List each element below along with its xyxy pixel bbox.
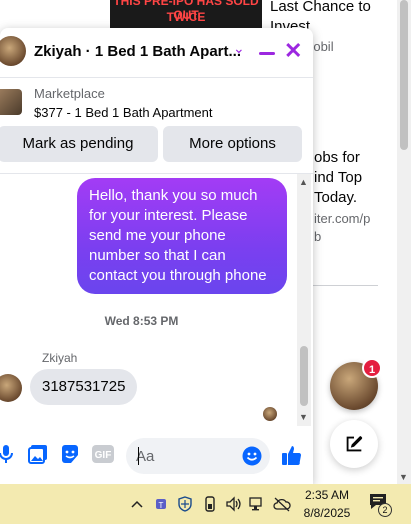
gif-icon[interactable]: GIF (92, 444, 114, 464)
clock-date: 8/8/2025 (303, 506, 351, 520)
more-options-button[interactable]: More options (163, 126, 302, 162)
message-scrollbar[interactable]: ▲ ▼ (297, 174, 311, 426)
minimize-icon[interactable] (259, 52, 275, 55)
defender-shield-icon[interactable] (176, 494, 194, 514)
sender-avatar[interactable] (0, 374, 22, 402)
volume-icon[interactable] (225, 494, 243, 514)
ad2-source: iter.com/p b (314, 210, 370, 246)
notification-count-badge: 2 (378, 503, 392, 517)
teams-icon[interactable]: T (152, 494, 170, 514)
power-icon[interactable] (202, 494, 218, 514)
message-input-box[interactable] (126, 438, 270, 474)
marketplace-label: Marketplace (34, 86, 105, 101)
clock-time: 2:35 AM (304, 488, 350, 502)
close-icon[interactable]: ✕ (284, 39, 302, 63)
microphone-icon[interactable] (0, 444, 16, 464)
message-timestamp: Wed 8:53 PM (104, 314, 179, 328)
outgoing-message[interactable]: Hello, thank you so much for your intere… (77, 178, 287, 294)
seen-indicator-avatar (263, 407, 277, 421)
chat-title[interactable]: Zkiyah · 1 Bed 1 Bath Apart... (34, 43, 241, 60)
ad2-source-line: b (314, 229, 322, 244)
chat-header[interactable]: Zkiyah · 1 Bed 1 Bath Apart... ⌄ ✕ (0, 28, 313, 78)
message-scrollbar-thumb[interactable] (300, 346, 308, 406)
compose-icon (346, 436, 363, 452)
scroll-down-arrow-icon[interactable]: ▼ (399, 472, 408, 482)
emoji-icon[interactable] (242, 446, 262, 471)
listing-title: $377 - 1 Bed 1 Bath Apartment (34, 105, 213, 120)
message-input[interactable] (136, 438, 236, 474)
photo-icon[interactable] (28, 444, 48, 464)
listing-info[interactable]: Marketplace $377 - 1 Bed 1 Bath Apartmen… (0, 84, 313, 124)
sticker-icon[interactable] (60, 444, 80, 464)
unread-badge: 1 (362, 358, 382, 378)
show-hidden-icons-chevron-icon[interactable] (130, 494, 144, 514)
new-message-button[interactable] (330, 420, 378, 468)
ad2-source-line: iter.com/p (314, 211, 371, 226)
onedrive-offline-icon[interactable] (273, 494, 291, 514)
ad2-title-line: Today. (314, 189, 358, 206)
scroll-up-arrow-icon[interactable]: ▲ (299, 177, 308, 187)
ad2-title-line: obs for (314, 149, 360, 166)
system-clock[interactable]: 2:35 AM 8/8/2025 (298, 486, 356, 522)
like-icon[interactable] (281, 444, 303, 466)
incoming-message[interactable]: 3187531725 (30, 369, 138, 405)
mark-as-pending-button[interactable]: Mark as pending (0, 126, 158, 162)
chat-window: Zkiyah · 1 Bed 1 Bath Apart... ⌄ ✕ Marke… (0, 28, 313, 484)
page-scrollbar-thumb[interactable] (400, 0, 408, 150)
sender-name: Zkiyah (42, 351, 78, 365)
taskbar: T 2:35 AM 8/8/2025 2 (0, 484, 411, 524)
text-cursor (138, 447, 139, 465)
contact-avatar[interactable] (0, 36, 26, 66)
svg-text:GIF: GIF (95, 450, 112, 461)
ad2-title-line: ind Top (314, 169, 363, 186)
chevron-down-icon[interactable]: ⌄ (233, 40, 245, 57)
composer: GIF (0, 428, 313, 484)
svg-text:T: T (159, 501, 164, 510)
listing-thumbnail (0, 89, 22, 115)
scroll-down-arrow-icon[interactable]: ▼ (299, 412, 308, 422)
ad-image-text-2: TWICE (166, 10, 206, 24)
page-scrollbar[interactable]: ▼ (397, 0, 411, 484)
message-list[interactable]: Hello, thank you so much for your intere… (0, 173, 313, 426)
ad2-title[interactable]: obs for ind Top Today. (314, 148, 362, 208)
network-icon[interactable] (249, 494, 267, 514)
